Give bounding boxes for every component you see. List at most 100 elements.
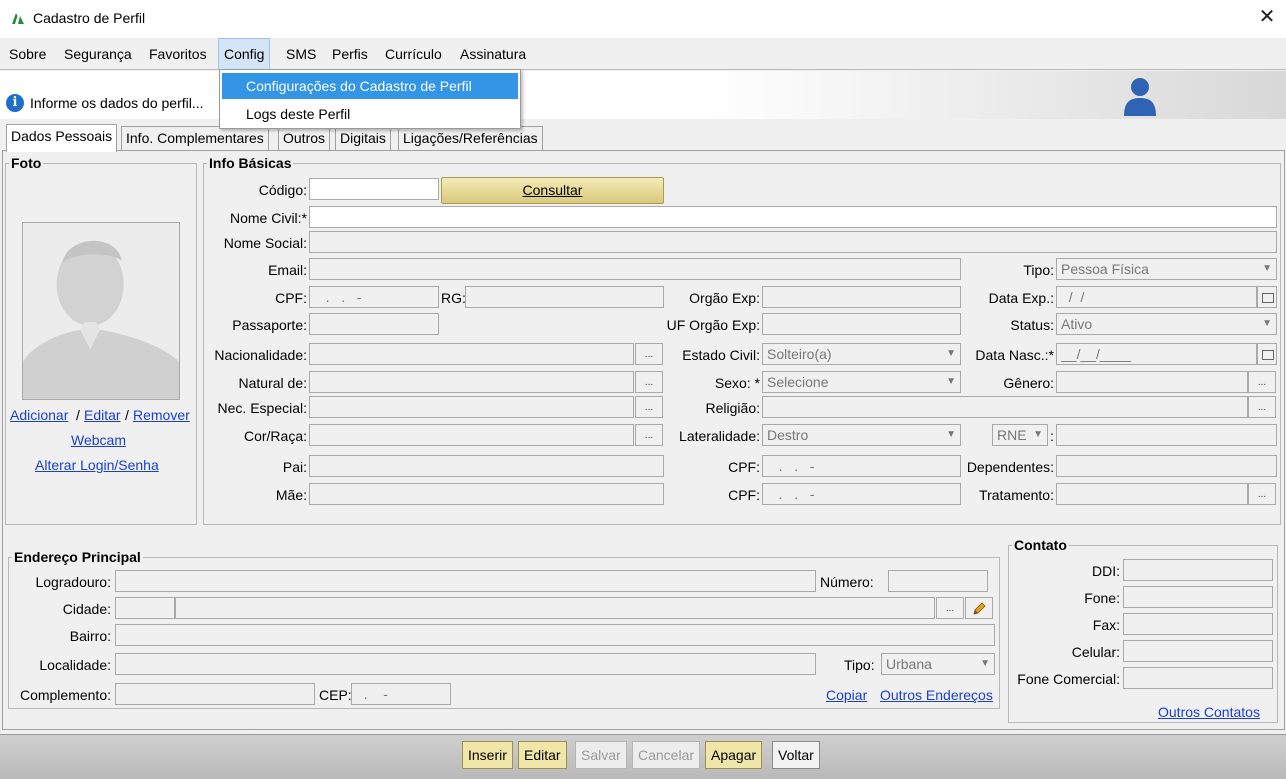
ddi-input[interactable] [1123, 559, 1273, 581]
cep-input[interactable]: . - [351, 683, 451, 705]
complemento-input[interactable] [115, 683, 315, 705]
tipo-value: Pessoa Física [1061, 261, 1149, 277]
voltar-button[interactable]: Voltar [772, 741, 820, 769]
pai-input[interactable] [309, 455, 664, 477]
cor-raca-input[interactable] [309, 424, 634, 446]
calendar-icon[interactable] [1257, 286, 1277, 308]
fone-label: Fone: [1084, 590, 1120, 606]
adicionar-link[interactable]: Adicionar [10, 407, 68, 423]
celular-label: Celular: [1071, 644, 1120, 660]
menu-sobre[interactable]: Sobre [4, 38, 51, 70]
rne-input[interactable] [1056, 424, 1277, 446]
nome-social-input[interactable] [309, 231, 1277, 253]
cidade-lookup-button[interactable]: ... [936, 597, 964, 619]
cor-raca-lookup-button[interactable]: ... [635, 424, 663, 446]
calendar-icon[interactable] [1257, 343, 1277, 365]
data-exp-input[interactable]: / / [1056, 286, 1257, 308]
mae-input[interactable] [309, 483, 664, 505]
menu-seguranca[interactable]: Segurança [59, 38, 137, 70]
tab-ligacoes[interactable]: Ligações/Referências [398, 126, 543, 150]
cpf-mae-input[interactable]: . . - [762, 483, 961, 505]
uf-orgao-input[interactable] [762, 313, 961, 335]
edit-pencil-icon[interactable] [965, 597, 993, 619]
apagar-button[interactable]: Apagar [705, 741, 763, 769]
rne-colon: : [1050, 428, 1054, 444]
menu-curriculo[interactable]: Currículo [380, 38, 447, 70]
tipo-endereco-select[interactable]: Urbana ▼ [881, 653, 995, 675]
tab-digitais[interactable]: Digitais [335, 126, 391, 150]
chevron-down-icon: ▼ [1262, 318, 1272, 329]
nacionalidade-lookup-button[interactable]: ... [635, 343, 663, 365]
editar-link[interactable]: Editar [84, 407, 121, 423]
passaporte-input[interactable] [309, 313, 439, 335]
cpf-input[interactable]: . . - [309, 286, 439, 308]
webcam-link[interactable]: Webcam [71, 432, 126, 448]
fone-input[interactable] [1123, 586, 1273, 608]
tipo-select[interactable]: Pessoa Física ▼ [1056, 258, 1277, 280]
endereco-title: Endereço Principal [12, 549, 143, 565]
cidade-codigo-input[interactable] [115, 597, 175, 619]
nec-especial-lookup-button[interactable]: ... [635, 396, 663, 418]
title-bar [0, 0, 1286, 38]
editar-button[interactable]: Editar [518, 741, 567, 769]
tab-info-complementares[interactable]: Info. Complementares [121, 126, 269, 150]
orgao-exp-input[interactable] [762, 286, 961, 308]
localidade-input[interactable] [115, 653, 816, 675]
chevron-down-icon: ▼ [980, 658, 990, 669]
data-nasc-input[interactable]: __/__/____ [1056, 343, 1257, 365]
natural-input[interactable] [309, 371, 634, 393]
alterar-login-link[interactable]: Alterar Login/Senha [35, 457, 159, 473]
logradouro-input[interactable] [115, 570, 816, 592]
dependentes-input[interactable] [1056, 455, 1277, 477]
rg-input[interactable] [465, 286, 664, 308]
genero-input[interactable] [1056, 371, 1248, 393]
estado-civil-select[interactable]: Solteiro(a) ▼ [762, 343, 961, 365]
nome-civil-input[interactable] [309, 206, 1277, 228]
nec-especial-input[interactable] [309, 396, 634, 418]
email-label: Email: [268, 262, 307, 278]
nacionalidade-input[interactable] [309, 343, 634, 365]
passaporte-label: Passaporte: [232, 317, 307, 333]
natural-lookup-button[interactable]: ... [635, 371, 663, 393]
religiao-lookup-button[interactable]: ... [1248, 396, 1276, 418]
outros-enderecos-link[interactable]: Outros Endereços [880, 687, 993, 703]
menu-favoritos[interactable]: Favoritos [144, 38, 212, 70]
genero-lookup-button[interactable]: ... [1248, 371, 1276, 393]
menu-config[interactable]: Config [218, 38, 271, 70]
rne-select[interactable]: RNE ▼ [992, 424, 1048, 446]
cidade-nome-input[interactable] [175, 597, 935, 619]
bairro-input[interactable] [115, 624, 995, 646]
consultar-button[interactable]: Consultar [441, 177, 664, 204]
menu-sms[interactable]: SMS [281, 38, 321, 70]
copiar-link[interactable]: Copiar [826, 687, 867, 703]
chevron-down-icon: ▼ [1262, 263, 1272, 274]
codigo-input[interactable] [309, 178, 439, 200]
celular-input[interactable] [1123, 640, 1273, 662]
status-label: Status: [1010, 317, 1054, 333]
fax-input[interactable] [1123, 613, 1273, 635]
inserir-button[interactable]: Inserir [462, 741, 513, 769]
tab-dados-pessoais[interactable]: Dados Pessoais [6, 124, 118, 152]
menu-perfis[interactable]: Perfis [327, 38, 373, 70]
estado-civil-label: Estado Civil: [682, 347, 760, 363]
fone-comercial-input[interactable] [1123, 667, 1273, 689]
email-input[interactable] [309, 258, 961, 280]
data-nasc-label: Data Nasc.:* [975, 347, 1054, 363]
close-icon[interactable]: ✕ [1256, 6, 1278, 28]
cpf-pai-input[interactable]: . . - [762, 455, 961, 477]
tratamento-lookup-button[interactable]: ... [1248, 483, 1276, 505]
menu-assinatura[interactable]: Assinatura [455, 38, 531, 70]
salvar-button[interactable]: Salvar [575, 741, 627, 769]
outros-contatos-link[interactable]: Outros Contatos [1158, 704, 1260, 720]
tab-outros[interactable]: Outros [278, 126, 331, 150]
tratamento-input[interactable] [1056, 483, 1248, 505]
religiao-input[interactable] [762, 396, 1248, 418]
lateralidade-select[interactable]: Destro ▼ [762, 424, 961, 446]
sexo-select[interactable]: Selecione ▼ [762, 371, 961, 393]
numero-input[interactable] [888, 570, 988, 592]
menu-item-logs[interactable]: Logs deste Perfil [222, 101, 518, 127]
remover-link[interactable]: Remover [133, 407, 190, 423]
menu-item-configuracoes[interactable]: Configurações do Cadastro de Perfil [222, 73, 518, 99]
status-select[interactable]: Ativo ▼ [1056, 313, 1277, 335]
cancelar-button[interactable]: Cancelar [632, 741, 701, 769]
